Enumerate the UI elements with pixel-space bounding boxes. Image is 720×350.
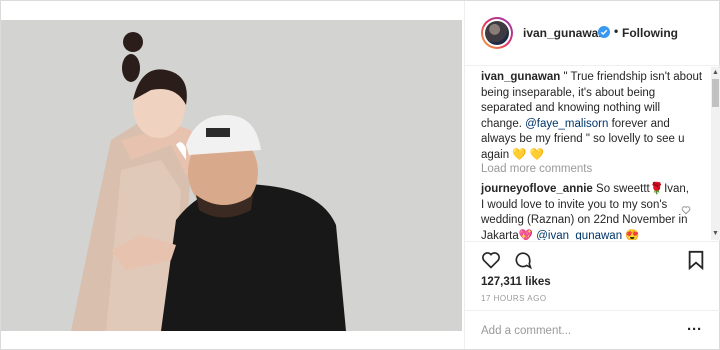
comments-list: ivan_gunawan " True friendship isn't abo… — [465, 66, 720, 240]
header-separator: • — [614, 24, 619, 38]
following-button[interactable]: Following — [622, 26, 678, 40]
load-more-comments-button[interactable]: Load more comments — [481, 163, 592, 175]
more-options-icon[interactable]: ··· — [687, 321, 702, 338]
like-count[interactable]: 127,311 likes — [481, 276, 551, 288]
comment-bubble-icon[interactable] — [513, 250, 533, 270]
verified-badge-icon — [598, 26, 610, 38]
caption: ivan_gunawan " True friendship isn't abo… — [481, 70, 703, 163]
add-comment-bar: ··· — [465, 310, 720, 350]
comment-mention[interactable]: @ivan_gunawan — [536, 230, 622, 241]
scroll-thumb[interactable] — [712, 79, 719, 107]
like-heart-icon[interactable] — [481, 250, 501, 270]
post-timestamp[interactable]: 17 HOURS AGO — [481, 294, 547, 303]
add-comment-input[interactable] — [481, 325, 671, 337]
avatar[interactable] — [481, 17, 513, 49]
scroll-up-arrow-icon[interactable]: ▲ — [712, 69, 719, 76]
post-header: ivan_gunawan • Following — [465, 1, 720, 66]
post-window: ivan_gunawan • Following ivan_gunawan " … — [0, 0, 720, 350]
post-sidebar: ivan_gunawan • Following ivan_gunawan " … — [464, 1, 720, 349]
heart-eyes-emoji: 😍 — [625, 229, 640, 241]
comment-like-heart-icon[interactable] — [681, 205, 691, 215]
caption-mention[interactable]: @faye_malisorn — [525, 118, 608, 130]
post-photo[interactable] — [1, 20, 462, 331]
rose-emoji: 🌹 — [649, 183, 665, 195]
bookmark-icon[interactable] — [687, 250, 705, 270]
comment-text: So sweettt — [592, 183, 650, 195]
caption-username[interactable]: ivan_gunawan — [481, 71, 560, 83]
header-username[interactable]: ivan_gunawan — [523, 26, 606, 40]
comment-item: journeyoflove_annie So sweettt🌹Ivan, I w… — [481, 182, 689, 240]
caption-emoji: 💛 💛 — [512, 148, 545, 161]
scroll-down-arrow-icon[interactable]: ▼ — [712, 230, 719, 237]
photo-illustration — [1, 20, 462, 331]
comment-username[interactable]: journeyoflove_annie — [481, 183, 593, 195]
comments-scrollbar[interactable]: ▲ ▼ — [711, 67, 720, 240]
heart-emoji: 💖 — [518, 229, 534, 241]
